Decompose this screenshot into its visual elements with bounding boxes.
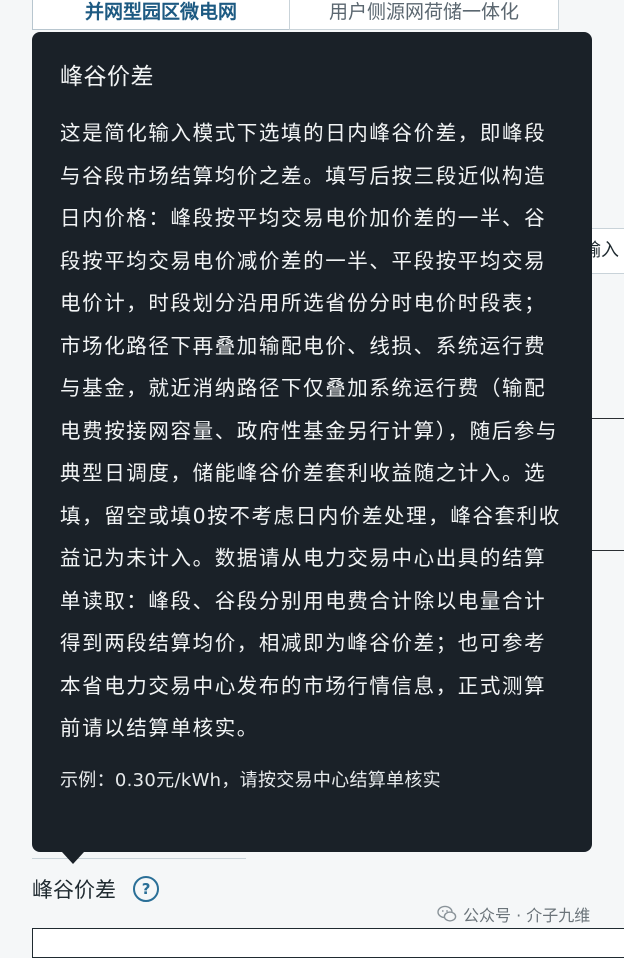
wechat-icon (437, 905, 457, 922)
field-label: 峰谷价差 (32, 878, 116, 902)
divider (592, 550, 624, 551)
tooltip-example: 示例：0.30元/kWh，请按交易中心结算单核实 (60, 769, 441, 791)
peak-valley-field: 峰谷价差 ? (32, 874, 624, 904)
mode-tabs: 并网型园区微电网 用户侧源网荷储一体化 (0, 0, 624, 34)
tab-grid-connected-microgrid[interactable]: 并网型园区微电网 (32, 0, 290, 30)
peak-valley-input[interactable] (32, 928, 624, 958)
tab-source-grid-load-storage[interactable]: 用户侧源网荷储一体化 (289, 0, 559, 30)
watermark-text: 公众号 · 介子九维 (463, 906, 591, 925)
tooltip-body: 这是简化输入模式下选填的日内峰谷价差，即峰段与谷段市场结算均价之差。填写后按三段… (60, 121, 561, 740)
watermark: 公众号 · 介子九维 (437, 902, 590, 926)
tooltip-arrow (62, 852, 84, 864)
tooltip-title: 峰谷价差 (60, 64, 154, 90)
divider (592, 418, 624, 419)
question-circle-icon[interactable]: ? (133, 876, 160, 902)
help-tooltip: 峰谷价差 这是简化输入模式下选填的日内峰谷价差，即峰段与谷段市场结算均价之差。填… (32, 32, 592, 852)
